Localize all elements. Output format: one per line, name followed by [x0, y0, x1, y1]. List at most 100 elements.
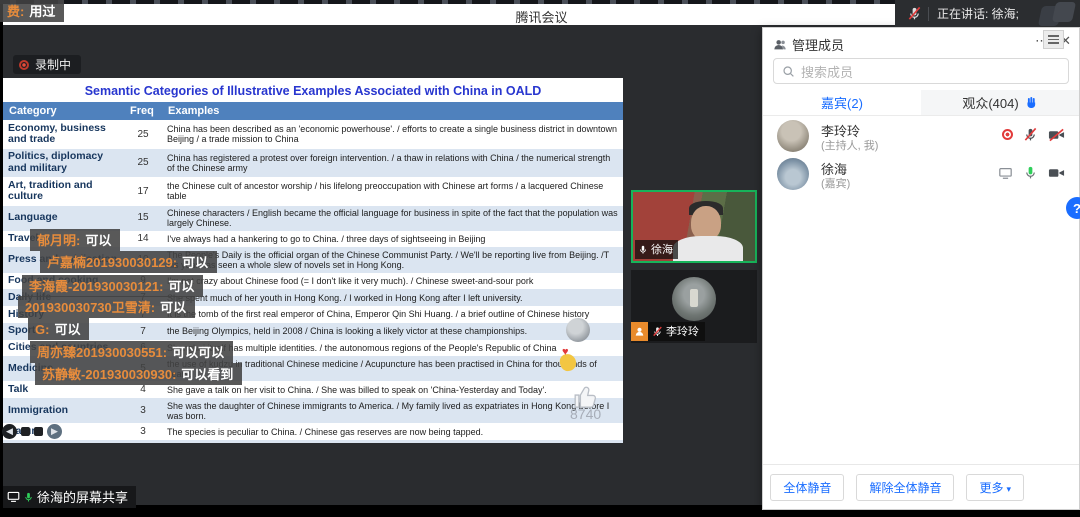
chat-text: 可以	[168, 279, 194, 294]
examples-cell: the Chinese cult of ancestor worship / h…	[162, 177, 623, 206]
examples-cell: Chinese characters / English became the …	[162, 206, 623, 231]
avatar	[777, 120, 809, 152]
avatar	[777, 158, 809, 190]
chat-message: 苏静敏-201930030930: 可以看到	[35, 363, 242, 385]
table-row: Sport 7 the Beijing Olympics, held in 20…	[3, 323, 623, 340]
reaction-count: 8740	[570, 406, 601, 422]
chat-sender: 卢嘉楠201930030129:	[47, 255, 177, 270]
panel-footer: 全体静音 解除全体静音 更多▾	[763, 464, 1079, 509]
mic-muted-icon	[907, 6, 922, 21]
chat-text: 用过	[29, 4, 55, 19]
freq-cell: 7	[124, 323, 162, 340]
divider	[928, 7, 929, 21]
more-button[interactable]: 更多▾	[966, 474, 1024, 501]
table-row: Economy, business and trade 25 China has…	[3, 120, 623, 149]
hamburger-menu-icon[interactable]	[1043, 30, 1064, 49]
mute-all-button[interactable]: 全体静音	[770, 474, 844, 501]
reaction-avatar	[566, 318, 590, 342]
member-role: (嘉宾)	[821, 175, 850, 191]
recording-status-icon	[1002, 129, 1013, 140]
share-label-text: 徐海的屏幕共享	[37, 487, 128, 506]
examples-cell: China has been described as an 'economic…	[162, 120, 623, 149]
mic-on-green-icon	[23, 491, 34, 503]
chat-message: 费: 用过	[0, 0, 64, 22]
sharing-screen-icon	[998, 166, 1013, 180]
table-row: Nature 3 The species is peculiar to Chin…	[3, 423, 623, 440]
examples-cell: The People's Daily is the official organ…	[162, 247, 623, 272]
chat-sender: 费:	[7, 4, 24, 19]
freq-cell: 15	[124, 206, 162, 231]
chat-message: 201930030730卫雪清:可以	[18, 296, 195, 318]
slide-nav-controls: ◀ ▶	[2, 424, 62, 439]
tab-audience[interactable]: 观众(404)	[921, 90, 1079, 115]
member-row-guest[interactable]: 徐海 (嘉宾)	[763, 155, 1079, 193]
chat-sender: G:	[35, 322, 49, 337]
menu-button[interactable]	[34, 427, 43, 436]
examples-cell: China has registered a protest over fore…	[162, 149, 623, 178]
chat-text: 可以	[182, 255, 208, 270]
examples-cell: China and India between them account for…	[162, 440, 623, 443]
search-input[interactable]: 搜索成员	[773, 58, 1069, 84]
panel-tabs: 嘉宾(2) 观众(404)	[763, 90, 1079, 116]
chat-sender: 201930030730卫雪清:	[25, 300, 155, 315]
recording-label: 录制中	[35, 56, 71, 73]
camera-on-icon[interactable]	[1048, 166, 1065, 180]
finger-heart-emoji-icon: ♥	[558, 350, 580, 372]
member-list: 李玲玲 (主持人, 我) 徐海 (嘉宾)	[763, 117, 1079, 193]
search-placeholder: 搜索成员	[801, 62, 853, 81]
member-panel: 管理成员 ⋯ ✕ 搜索成员 嘉宾(2) 观众(404)	[762, 27, 1080, 510]
panel-title: 管理成员	[792, 35, 844, 54]
examples-cell: the Beijing Olympics, held in 2008 / Chi…	[162, 323, 623, 340]
table-row: Language 15 Chinese characters / English…	[3, 206, 623, 231]
chevron-down-icon: ▾	[1006, 484, 1011, 495]
col-header-examples: Examples	[162, 102, 623, 120]
member-row-host[interactable]: 李玲玲 (主持人, 我)	[763, 117, 1079, 155]
mic-muted-icon[interactable]	[1023, 127, 1038, 142]
chat-sender: 苏静敏-201930030930:	[42, 367, 176, 382]
record-dot-icon	[19, 60, 29, 70]
mic-on-green-icon[interactable]	[1023, 165, 1038, 180]
examples-cell: She was the daughter of Chinese immigran…	[162, 398, 623, 423]
examples-cell: I'm not crazy about Chinese food (= I do…	[162, 273, 623, 290]
host-name: 李玲玲	[666, 323, 699, 339]
host-badge-icon	[631, 322, 648, 341]
video-tile-speaker[interactable]: 徐海	[631, 190, 757, 263]
tab-guests[interactable]: 嘉宾(2)	[763, 90, 921, 115]
speaker-name: 徐海	[651, 241, 673, 257]
chat-text: 可以可以	[172, 345, 224, 360]
chat-message: 李海霞-201930030121:可以	[22, 275, 203, 297]
examples-cell: She spent much of her youth in Hong Kong…	[162, 289, 623, 306]
annotate-button[interactable]	[21, 427, 30, 436]
screen-share-label: 徐海的屏幕共享	[3, 486, 136, 508]
brand-logo	[1036, 2, 1078, 26]
col-header-freq: Freq	[124, 102, 162, 120]
search-icon	[782, 65, 795, 78]
category-cell: Immigration	[3, 398, 124, 423]
col-header-category: Category	[3, 102, 124, 120]
mic-muted-icon	[652, 326, 663, 337]
chat-text: 可以看到	[181, 367, 233, 382]
chat-text: 可以	[54, 322, 80, 337]
chat-message: 郁月明:可以	[30, 229, 120, 251]
table-row: Art, tradition and culture 17 the Chines…	[3, 177, 623, 206]
prev-slide-button[interactable]: ◀	[2, 424, 17, 439]
next-slide-button[interactable]: ▶	[47, 424, 62, 439]
video-tile-host[interactable]: 李玲玲	[631, 270, 757, 343]
table-row: Politics, diplomacy and military 25 Chin…	[3, 149, 623, 178]
examples-cell: I've always had a hankering to go to Chi…	[162, 231, 623, 248]
unmute-all-button[interactable]: 解除全体静音	[856, 474, 954, 501]
tab-guests-label: 嘉宾(2)	[821, 93, 863, 112]
freq-cell: 25	[124, 120, 162, 149]
panel-title-row: 管理成员	[773, 35, 844, 54]
host-avatar	[672, 277, 716, 321]
speaking-label: 正在讲话: 徐海;	[937, 5, 1019, 22]
raised-hand-icon	[1025, 96, 1038, 109]
member-role: (主持人, 我)	[821, 137, 878, 153]
table-row: Population and ethnic groups 3 China and…	[3, 440, 623, 443]
category-cell: Art, tradition and culture	[3, 177, 124, 206]
screen: 腾讯会议 正在讲话: 徐海; 录制中 Semantic Categories o…	[0, 0, 1080, 517]
freq-cell: 14	[124, 231, 162, 248]
camera-muted-icon[interactable]	[1048, 128, 1065, 142]
category-cell: Politics, diplomacy and military	[3, 149, 124, 178]
chat-sender: 周亦臻201930030551:	[37, 345, 167, 360]
